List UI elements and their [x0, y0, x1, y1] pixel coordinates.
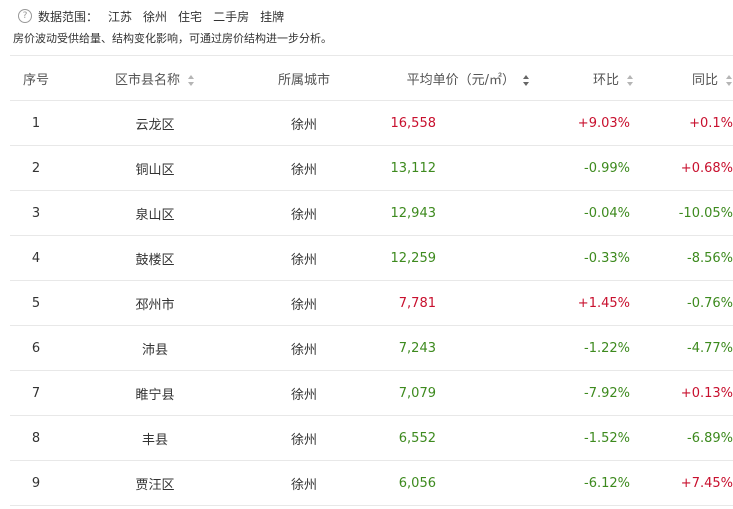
row-district: 邳州市: [62, 280, 248, 326]
scope-tag-listing: 挂牌: [260, 9, 285, 24]
row-city: 徐州: [248, 190, 360, 236]
row-district: 鼓楼区: [62, 235, 248, 281]
row-district: 泉山区: [62, 190, 248, 236]
row-price: 16,558: [360, 100, 530, 146]
row-city: 徐州: [248, 370, 360, 416]
row-index: 9: [10, 460, 62, 506]
row-yoy: +0.68%: [634, 145, 733, 191]
col-header-price[interactable]: 平均单价（元/㎡）: [360, 55, 530, 101]
col-header-index: 序号: [10, 55, 62, 101]
table-row[interactable]: 2 铜山区 徐州 13,112 -0.99% +0.68%: [10, 145, 733, 191]
row-district: 睢宁县: [62, 370, 248, 416]
table-row[interactable]: 1 云龙区 徐州 16,558 +9.03% +0.1%: [10, 100, 733, 146]
row-city: 徐州: [248, 325, 360, 371]
row-price: 7,079: [360, 370, 530, 416]
table-row[interactable]: 7 睢宁县 徐州 7,079 -7.92% +0.13%: [10, 370, 733, 416]
row-mom: -7.92%: [530, 370, 634, 416]
row-yoy: +0.13%: [634, 370, 733, 416]
data-scope-bar: ? 数据范围： 江苏 徐州 住宅 二手房 挂牌: [18, 7, 295, 25]
row-index: 3: [10, 190, 62, 236]
row-index: 6: [10, 325, 62, 371]
row-yoy: -4.77%: [634, 325, 733, 371]
row-mom: +9.03%: [530, 100, 634, 146]
data-scope-label: 数据范围：: [38, 9, 99, 24]
row-yoy: +7.45%: [634, 460, 733, 506]
col-header-district[interactable]: 区市县名称: [62, 55, 248, 101]
col-header-city: 所属城市: [248, 55, 360, 101]
row-mom: -6.12%: [530, 460, 634, 506]
row-price: 6,552: [360, 415, 530, 461]
table-header-row: 序号 区市县名称 所属城市 平均单价（元/㎡） 环比 同比: [10, 55, 733, 101]
row-district: 云龙区: [62, 100, 248, 146]
row-index: 2: [10, 145, 62, 191]
row-price: 13,112: [360, 145, 530, 191]
scope-tag-city: 徐州: [143, 9, 168, 24]
row-price: 12,943: [360, 190, 530, 236]
row-yoy: -8.56%: [634, 235, 733, 281]
row-mom: -1.52%: [530, 415, 634, 461]
scope-tag-market: 二手房: [213, 9, 250, 24]
table-row[interactable]: 4 鼓楼区 徐州 12,259 -0.33% -8.56%: [10, 235, 733, 281]
sort-yoy-icon[interactable]: [726, 74, 733, 86]
col-header-mom[interactable]: 环比: [530, 55, 634, 101]
row-city: 徐州: [248, 235, 360, 281]
row-index: 4: [10, 235, 62, 281]
row-mom: -0.99%: [530, 145, 634, 191]
row-index: 7: [10, 370, 62, 416]
row-mom: -0.04%: [530, 190, 634, 236]
row-mom: -1.22%: [530, 325, 634, 371]
row-yoy: -6.89%: [634, 415, 733, 461]
table-row[interactable]: 3 泉山区 徐州 12,943 -0.04% -10.05%: [10, 190, 733, 236]
table-row[interactable]: 9 贾汪区 徐州 6,056 -6.12% +7.45%: [10, 460, 733, 506]
row-city: 徐州: [248, 415, 360, 461]
row-yoy: -10.05%: [634, 190, 733, 236]
sort-mom-icon[interactable]: [627, 74, 634, 86]
scope-tag-province: 江苏: [108, 9, 133, 24]
row-district: 贾汪区: [62, 460, 248, 506]
row-district: 丰县: [62, 415, 248, 461]
row-yoy: -0.76%: [634, 280, 733, 326]
row-city: 徐州: [248, 145, 360, 191]
row-price: 7,243: [360, 325, 530, 371]
row-city: 徐州: [248, 100, 360, 146]
row-price: 12,259: [360, 235, 530, 281]
sort-district-icon[interactable]: [188, 74, 195, 86]
district-price-table: 序号 区市县名称 所属城市 平均单价（元/㎡） 环比 同比 1 云龙区 徐州 16,5…: [10, 55, 733, 506]
row-index: 5: [10, 280, 62, 326]
row-index: 8: [10, 415, 62, 461]
sort-price-icon[interactable]: [523, 74, 530, 86]
row-mom: +1.45%: [530, 280, 634, 326]
scope-tag-property-type: 住宅: [178, 9, 203, 24]
table-row[interactable]: 8 丰县 徐州 6,552 -1.52% -6.89%: [10, 415, 733, 461]
row-price: 7,781: [360, 280, 530, 326]
col-header-yoy[interactable]: 同比: [634, 55, 733, 101]
row-price: 6,056: [360, 460, 530, 506]
row-index: 1: [10, 100, 62, 146]
row-mom: -0.33%: [530, 235, 634, 281]
row-district: 铜山区: [62, 145, 248, 191]
row-city: 徐州: [248, 280, 360, 326]
row-district: 沛县: [62, 325, 248, 371]
price-note: 房价波动受供给量、结构变化影响，可通过房价结构进一步分析。: [13, 32, 332, 45]
row-yoy: +0.1%: [634, 100, 733, 146]
help-icon[interactable]: ?: [18, 9, 32, 23]
table-row[interactable]: 5 邳州市 徐州 7,781 +1.45% -0.76%: [10, 280, 733, 326]
row-city: 徐州: [248, 460, 360, 506]
table-row[interactable]: 6 沛县 徐州 7,243 -1.22% -4.77%: [10, 325, 733, 371]
